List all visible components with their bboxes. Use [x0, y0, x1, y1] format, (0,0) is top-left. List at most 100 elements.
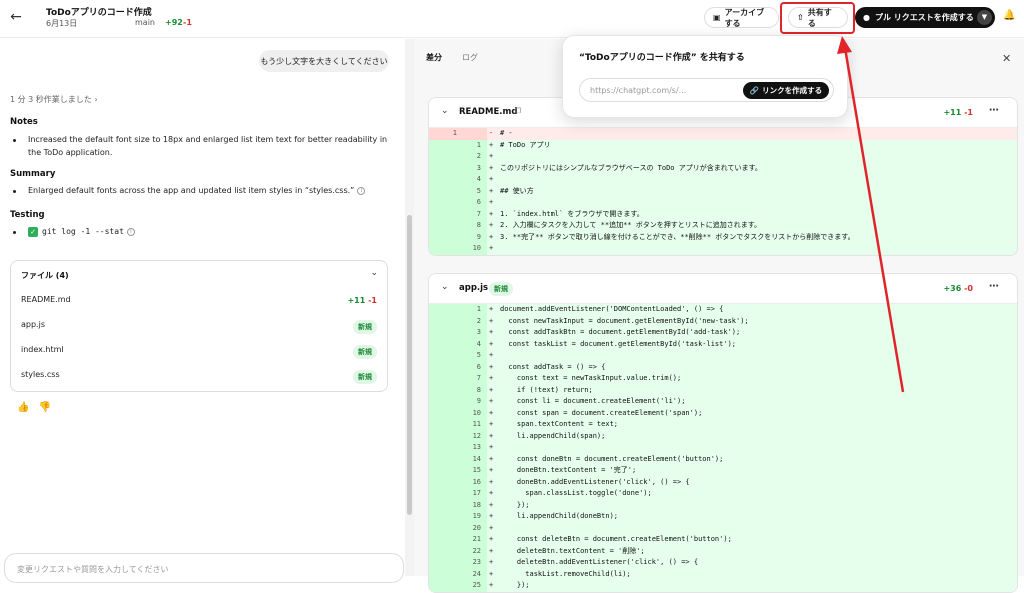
code-text: span.classList.toggle('done'); [500, 488, 652, 500]
diff-sign: + [489, 220, 493, 232]
code-text: このリポジトリにはシンプルなブラウザベースの ToDo アプリが含まれています。 [500, 163, 762, 175]
create-link-button[interactable]: 🔗リンクを作成する [743, 82, 829, 99]
diff-deletions: -0 [964, 284, 973, 293]
old-line-number: 18 [451, 500, 481, 512]
thumbs-down-icon[interactable]: 👎 [39, 402, 51, 413]
diff-sign: + [489, 362, 493, 374]
diff-sign: + [489, 373, 493, 385]
diff-line-added: 17+ span.classList.toggle('done'); [429, 488, 1017, 500]
diff-line-added: 5+ [429, 350, 1017, 362]
work-duration[interactable]: 1 分 3 秒作業しました › [10, 94, 98, 105]
diff-file-name: app.js [459, 283, 488, 293]
diff-line-added: 20+ [429, 523, 1017, 535]
info-icon[interactable]: i [357, 187, 365, 195]
archive-icon: ▣ [713, 13, 721, 22]
diff-additions: +11 [943, 108, 961, 117]
old-line-number: 7 [451, 373, 481, 385]
new-line-number: 4 [453, 174, 481, 186]
code-text: }); [500, 500, 530, 512]
diff-line-added: 10+ [429, 243, 1017, 255]
file-row[interactable]: index.html 新規 [21, 345, 377, 361]
old-line-number: 25 [451, 580, 481, 592]
old-line-number: 22 [451, 546, 481, 558]
back-arrow-icon[interactable]: ← [8, 9, 24, 25]
chevron-down-icon[interactable]: ⌄ [441, 282, 449, 292]
diff-sign: + [489, 327, 493, 339]
old-line-number: 1 [451, 304, 481, 316]
diff-sign: + [489, 419, 493, 431]
check-icon: ✓ [28, 227, 38, 237]
code-text: document.addEventListener('DOMContentLoa… [500, 304, 723, 316]
archive-button[interactable]: ▣ アーカイブする [704, 7, 779, 28]
file-row[interactable]: app.js 新規 [21, 320, 377, 336]
chevron-down-icon[interactable]: ⌄ [441, 106, 449, 116]
bullet [13, 190, 16, 193]
file-row[interactable]: styles.css 新規 [21, 370, 377, 386]
archive-label: アーカイブする [725, 7, 770, 29]
task-title: ToDoアプリのコード作成 [46, 5, 152, 18]
create-pr-button[interactable]: ●プル リクエストを作成する▼ [855, 7, 995, 28]
bell-icon[interactable]: 🔔 [1003, 10, 1015, 21]
code-text: li.appendChild(span); [500, 431, 605, 443]
diff-line-added: 4+ [429, 174, 1017, 186]
code-text: const addTask = () => { [500, 362, 605, 374]
diff-card-header[interactable]: ⌄ app.js 新規 +36 -0 ⋯ [429, 274, 1017, 304]
code-text: インストールやビルドは不要です。ファイルをそのまま開くだけで動作します。 [500, 255, 750, 257]
diff-line-added: 25+ }); [429, 580, 1017, 592]
summary-item: Enlarged default fonts across the app an… [28, 184, 398, 197]
tab-diff[interactable]: 差分 [426, 52, 442, 63]
copy-icon[interactable]: ❐ [515, 107, 521, 115]
code-text: const text = newTaskInput.value.trim(); [500, 373, 681, 385]
code-text: ## 使い方 [500, 186, 534, 198]
diff-sign: + [489, 557, 493, 569]
create-link-label: リンクを作成する [762, 85, 822, 96]
more-icon[interactable]: ⋯ [989, 105, 999, 116]
file-row[interactable]: README.md +11 -1 [21, 295, 377, 311]
chevron-down-icon[interactable]: ⌄ [370, 268, 378, 278]
diff-line-added: 9+ const li = document.createElement('li… [429, 396, 1017, 408]
file-deletions: -1 [368, 296, 377, 305]
diff-sign: - [489, 128, 493, 140]
chevron-down-icon[interactable]: ▼ [977, 10, 992, 25]
thumbs-up-icon[interactable]: 👍 [17, 402, 29, 413]
diff-line-added: 4+ const taskList = document.getElementB… [429, 339, 1017, 351]
diff-sign: + [489, 209, 493, 221]
github-icon: ● [863, 13, 870, 22]
diff-sign: + [489, 174, 493, 186]
diff-sign: + [489, 465, 493, 477]
new-line-number: 10 [453, 243, 481, 255]
message-input[interactable]: 変更リクエストや質問を入力してください [4, 553, 404, 583]
code-text: 3. **完了** ボタンで取り消し線を付けることができ、**削除** ボタンで… [500, 232, 855, 244]
diff-line-added: 19+ li.appendChild(doneBtn); [429, 511, 1017, 523]
more-icon[interactable]: ⋯ [989, 281, 999, 292]
diff-sign: + [489, 454, 493, 466]
new-badge: 新規 [353, 345, 377, 359]
top-bar: ← ToDoアプリのコード作成 6月13日 main +92 -1 ▣アーカイブ… [0, 0, 1024, 38]
diff-sign: + [489, 488, 493, 500]
diff-line-added: 21+ const deleteBtn = document.createEle… [429, 534, 1017, 546]
old-line-number: 5 [451, 350, 481, 362]
branch-name: main [135, 18, 155, 27]
code-text: if (!text) return; [500, 385, 593, 397]
diff-line-added: 13+ [429, 442, 1017, 454]
diff-sign: + [489, 534, 493, 546]
bullet [13, 231, 16, 234]
diff-line-added: 3+ const addTaskBtn = document.getElemen… [429, 327, 1017, 339]
testing-item: ✓git log -1 --stati [28, 225, 135, 238]
old-line-number: 23 [451, 557, 481, 569]
close-icon[interactable]: ✕ [1002, 52, 1011, 65]
diff-line-added: 15+ doneBtn.textContent = '完了'; [429, 465, 1017, 477]
diff-line-added: 24+ taskList.removeChild(li); [429, 569, 1017, 581]
chevron-right-icon: › [94, 95, 97, 104]
info-icon[interactable]: i [127, 228, 135, 236]
diff-line-added: 8+ if (!text) return; [429, 385, 1017, 397]
share-popup-title: “ToDoアプリのコード作成” を共有する [579, 50, 745, 63]
code-text: 1. `index.html` をブラウザで開きます。 [500, 209, 644, 221]
diff-file-changes: +36 -0 [943, 284, 973, 293]
code-text: deleteBtn.addEventListener('click', () =… [500, 557, 698, 569]
diff-line-added: 22+ deleteBtn.textContent = '削除'; [429, 546, 1017, 558]
scrollbar-thumb[interactable] [407, 215, 412, 515]
new-line-number: 6 [453, 197, 481, 209]
tab-log[interactable]: ログ [462, 52, 478, 63]
diff-line-added: 12+ li.appendChild(span); [429, 431, 1017, 443]
